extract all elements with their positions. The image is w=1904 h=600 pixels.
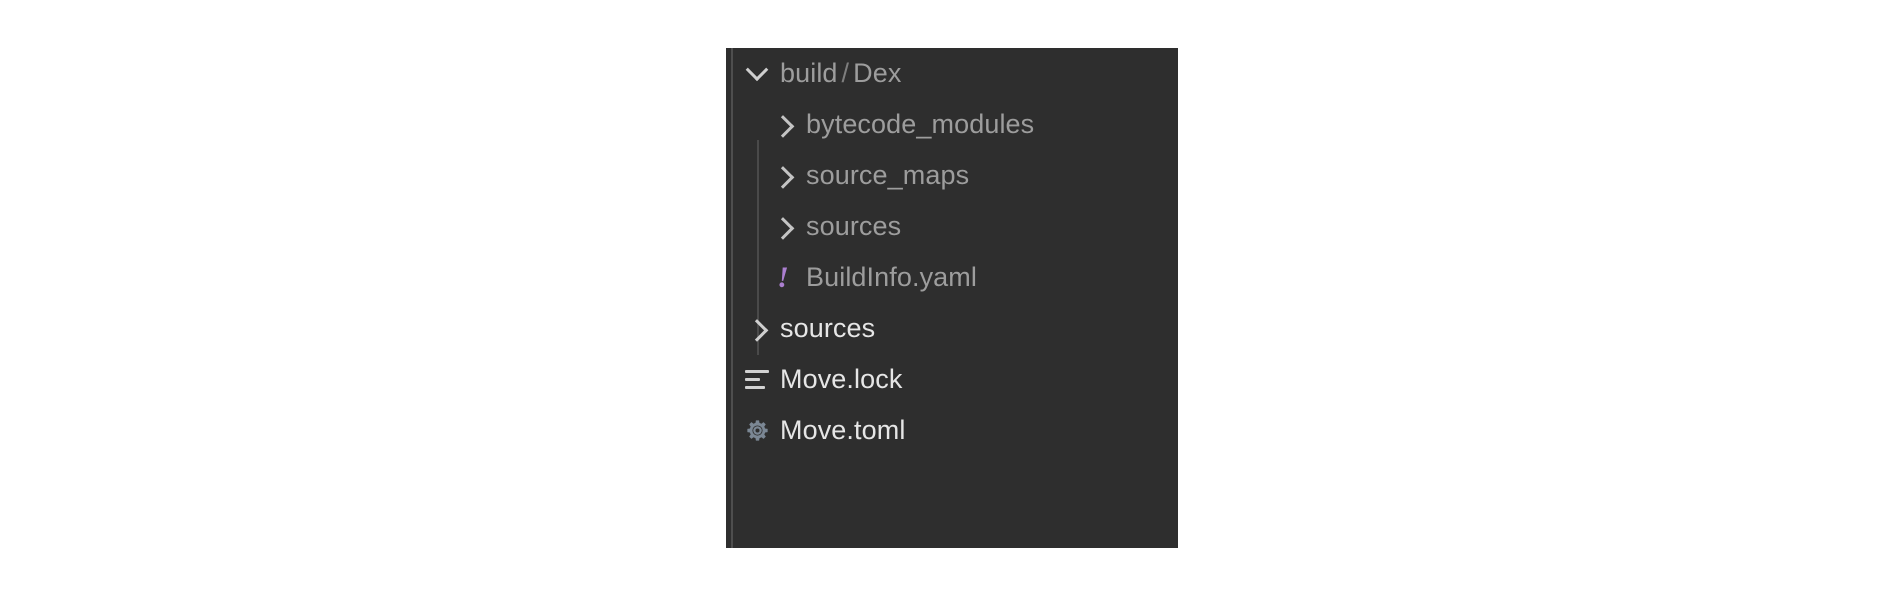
- tree-row[interactable]: sources: [726, 201, 1178, 252]
- yaml-file-icon: !: [777, 260, 789, 294]
- tree-row-label: Move.toml: [780, 415, 906, 445]
- chevron-right-icon[interactable]: [768, 161, 798, 191]
- tree-row-label: BuildInfo.yaml: [806, 262, 977, 292]
- path-separator: /: [841, 58, 850, 88]
- tree-row[interactable]: build / Dex: [726, 48, 1178, 99]
- tree-row[interactable]: Move.toml: [726, 405, 1178, 456]
- tree-row-label: sources: [780, 313, 876, 343]
- tree-row-label: build / Dex: [780, 58, 901, 89]
- lock-file-lines-icon: [742, 365, 772, 395]
- chevron-down-icon[interactable]: [742, 57, 772, 89]
- tree-row[interactable]: bytecode_modules: [726, 99, 1178, 150]
- tree-row[interactable]: sources: [726, 303, 1178, 354]
- tree-row-list: build / Dex bytecode_modules source_maps s…: [726, 48, 1178, 456]
- chevron-right-icon[interactable]: [768, 212, 798, 242]
- tree-row-label-text: build: [780, 58, 838, 88]
- chevron-right-icon[interactable]: [742, 314, 772, 344]
- tree-row-label: bytecode_modules: [806, 109, 1035, 139]
- tree-row[interactable]: source_maps: [726, 150, 1178, 201]
- tree-row-label: sources: [806, 211, 902, 241]
- tree-row[interactable]: Move.lock: [726, 354, 1178, 405]
- tree-row[interactable]: ! BuildInfo.yaml: [726, 252, 1178, 303]
- tree-row-label: source_maps: [806, 160, 970, 190]
- gear-icon: [742, 416, 772, 446]
- chevron-right-icon[interactable]: [768, 110, 798, 140]
- file-explorer-tree-panel: build / Dex bytecode_modules source_maps s…: [726, 48, 1178, 548]
- tree-row-label: Move.lock: [780, 364, 903, 394]
- tree-row-label-suffix: Dex: [853, 58, 902, 88]
